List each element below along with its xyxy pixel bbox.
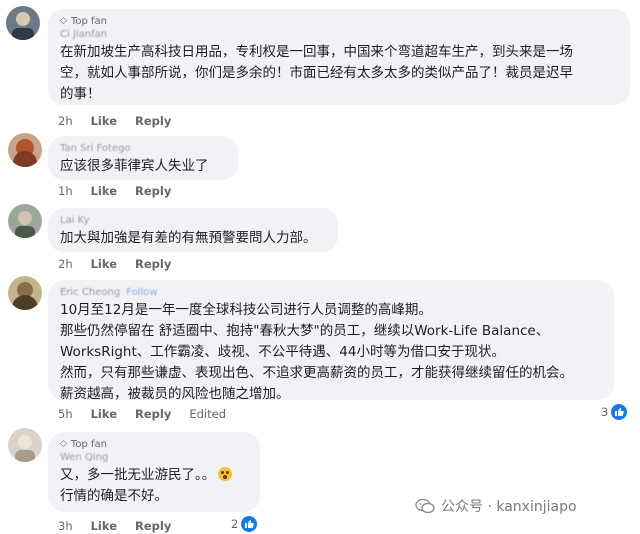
comment-actions: 5h Like Reply Edited [58,407,226,421]
comment-actions: 2h Like Reply [58,257,171,271]
comment-text: 应该很多菲律宾人失业了 [60,158,209,174]
author-row: Eric Cheong Follow [60,286,602,300]
like-button[interactable]: Like [91,184,117,198]
reaction-number: 2 [231,517,239,531]
reaction-number: 3 [601,405,609,419]
avatar[interactable] [8,428,42,462]
reaction-count[interactable]: 2 [231,516,258,532]
avatar[interactable] [8,133,42,167]
like-button[interactable]: Like [91,114,117,128]
reply-button[interactable]: Reply [135,114,171,128]
wechat-watermark: 公众号 · kanxinjiapo [415,496,577,516]
comment-bubble: Lai Ky 加大與加強是有差的有無預警要問人力部。 [48,208,338,252]
worried-face-emoji-icon [218,467,233,481]
timestamp[interactable]: 2h [58,114,73,128]
top-fan-badge: Top fan [70,16,107,27]
edited-label: Edited [189,407,227,421]
timestamp[interactable]: 2h [58,257,73,271]
comment-text-line: 行情的确是不好。 [60,488,168,504]
comment-text: 又，多一批无业游民了。。 行情的确是不好。 [60,465,248,507]
follow-button[interactable]: Follow [126,287,157,298]
author-name[interactable]: Ci Jianfan [60,28,618,42]
top-fan-badge: Top fan [70,439,107,450]
comment-bubble: Tan Sri Fotego 应该很多菲律宾人失业了 [48,136,238,180]
thumbs-up-icon [611,404,628,420]
reply-button[interactable]: Reply [135,257,171,271]
author-name[interactable]: Lai Ky [60,214,326,228]
timestamp[interactable]: 3h [58,519,73,533]
author-name[interactable]: Tan Sri Fotego [60,142,226,156]
comment-text: 10月至12月是一年一度全球科技公司进行人员调整的高峰期。 那些仍然停留在 舒适… [60,302,573,402]
comment-actions: 1h Like Reply [58,184,171,198]
diamond-icon: ◇ [60,16,67,26]
like-button[interactable]: Like [91,407,117,421]
wechat-logo-icon [415,498,435,514]
comment-bubble: Eric Cheong Follow 10月至12月是一年一度全球科技公司进行人员… [48,280,614,402]
timestamp[interactable]: 1h [58,184,73,198]
like-button[interactable]: Like [91,519,117,533]
author-name[interactable]: Eric Cheong [60,287,120,298]
avatar[interactable] [6,6,40,40]
comment-text-line: 又，多一批无业游民了。。 [60,467,216,483]
diamond-icon: ◇ [60,439,67,449]
watermark-text: 公众号 · kanxinjiapo [441,499,577,515]
comment-bubble: ◇ Top fan Ci Jianfan 在新加坡生产高科技日用品，专利权是一回… [48,9,630,105]
like-button[interactable]: Like [91,257,117,271]
thumbs-up-icon [241,516,258,532]
reply-button[interactable]: Reply [135,519,171,533]
comment-actions: 3h Like Reply [58,519,171,533]
reply-button[interactable]: Reply [135,184,171,198]
avatar[interactable] [8,276,42,310]
avatar[interactable] [8,204,42,238]
reply-button[interactable]: Reply [135,407,171,421]
comment-bubble: ◇ Top fan Wen Qing 又，多一批无业游民了。。 行情的确是不好。 [48,432,260,512]
reaction-count[interactable]: 3 [601,404,628,420]
comment-text: 加大與加強是有差的有無預警要問人力部。 [60,230,317,246]
comment-text: 在新加坡生产高科技日用品，专利权是一回事，中国来个弯道超车生产，到头来是一场 空… [60,44,573,102]
timestamp[interactable]: 5h [58,407,73,421]
comment-actions: 2h Like Reply [58,114,171,128]
author-name[interactable]: Wen Qing [60,451,248,465]
